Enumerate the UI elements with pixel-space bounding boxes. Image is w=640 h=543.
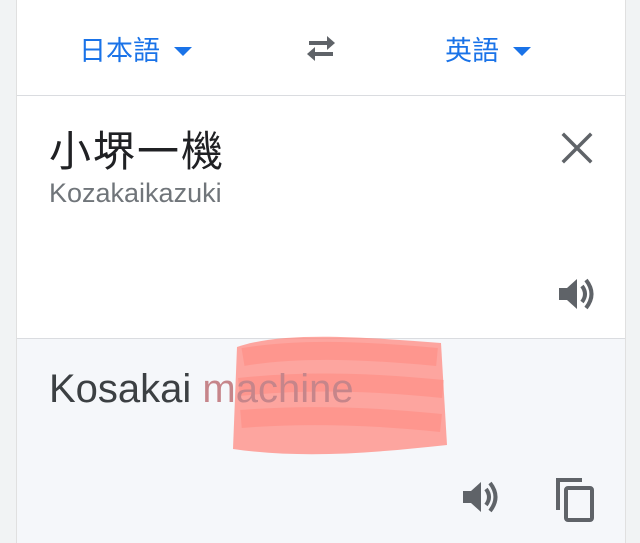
- speaker-icon: [463, 481, 498, 513]
- copy-icon: [556, 478, 594, 522]
- caret-down-icon: [513, 46, 531, 56]
- source-language-selector[interactable]: 日本語: [79, 28, 192, 68]
- speaker-icon: [559, 278, 594, 310]
- target-language-label: 英語: [445, 35, 499, 66]
- source-input-area[interactable]: 小堺一機 Kozakaikazuki: [17, 96, 625, 339]
- source-language-label: 日本語: [79, 35, 160, 66]
- clear-input-button[interactable]: [555, 126, 599, 170]
- translation-output-area: Kosakai machine: [17, 336, 625, 543]
- swap-languages-button[interactable]: [297, 26, 345, 70]
- translate-card: 日本語 英語 小堺一機 Kozakaikazuki Kosakai machin…: [16, 0, 626, 543]
- translation-result: Kosakai machine: [49, 367, 354, 412]
- listen-translation-button[interactable]: [457, 473, 505, 521]
- translation-part-1: Kosakai: [49, 367, 203, 411]
- source-text[interactable]: 小堺一機: [49, 118, 225, 179]
- caret-down-icon: [174, 46, 192, 56]
- romanization-text: Kozakaikazuki: [49, 178, 222, 208]
- listen-source-button[interactable]: [553, 272, 601, 316]
- translation-part-2: machine: [202, 367, 354, 411]
- language-bar: 日本語 英語: [17, 0, 625, 96]
- swap-arrows-icon: [307, 36, 335, 61]
- target-language-selector[interactable]: 英語: [445, 28, 531, 68]
- copy-translation-button[interactable]: [547, 471, 603, 527]
- close-icon: [561, 132, 593, 164]
